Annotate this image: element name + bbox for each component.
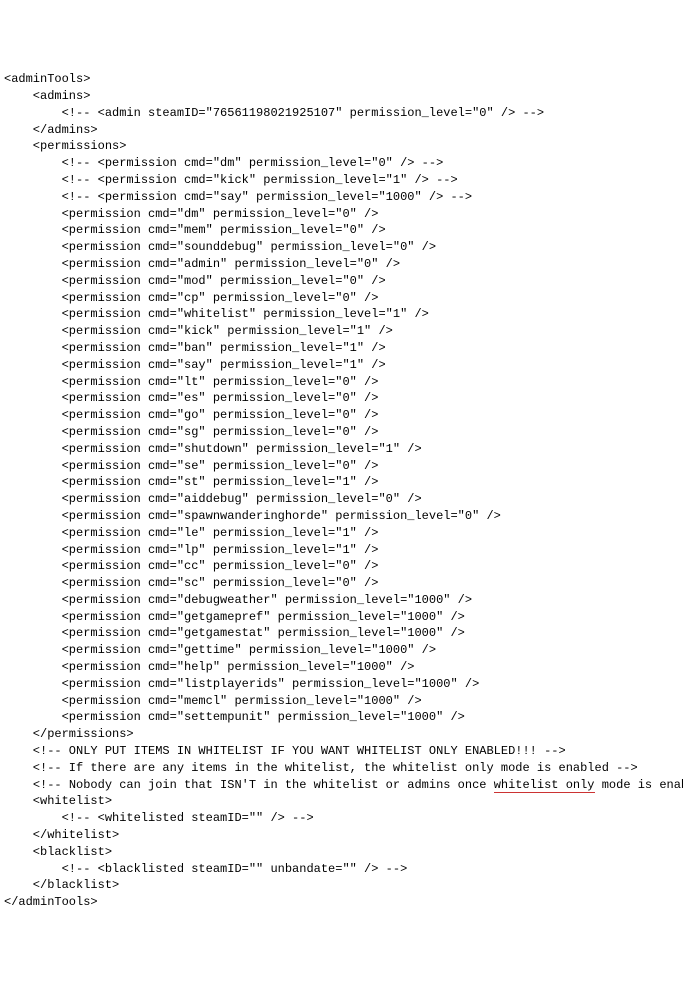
code-line: </blacklist> (4, 877, 679, 894)
code-line: <permission cmd="admin" permission_level… (4, 256, 679, 273)
code-line: <!-- <blacklisted steamID="" unbandate="… (4, 861, 679, 878)
code-line: <blacklist> (4, 844, 679, 861)
code-line: </whitelist> (4, 827, 679, 844)
code-line: <!-- ONLY PUT ITEMS IN WHITELIST IF YOU … (4, 743, 679, 760)
code-line: <permission cmd="listplayerids" permissi… (4, 676, 679, 693)
code-line: <permission cmd="debugweather" permissio… (4, 592, 679, 609)
code-line: </adminTools> (4, 894, 679, 911)
code-line: <permission cmd="say" permission_level="… (4, 357, 679, 374)
code-line: <permission cmd="gettime" permission_lev… (4, 642, 679, 659)
code-line: <permission cmd="cc" permission_level="0… (4, 558, 679, 575)
code-line: <permission cmd="mod" permission_level="… (4, 273, 679, 290)
code-line: </admins> (4, 122, 679, 139)
code-line: <permission cmd="sg" permission_level="0… (4, 424, 679, 441)
code-line: <permission cmd="settempunit" permission… (4, 709, 679, 726)
code-line: <permission cmd="lp" permission_level="1… (4, 542, 679, 559)
code-line: <permission cmd="cp" permission_level="0… (4, 290, 679, 307)
code-line: <!-- <permission cmd="dm" permission_lev… (4, 155, 679, 172)
code-line: <permission cmd="ban" permission_level="… (4, 340, 679, 357)
underlined-text: whitelist only (494, 778, 595, 793)
code-line: <whitelist> (4, 793, 679, 810)
code-line: <!-- <permission cmd="say" permission_le… (4, 189, 679, 206)
code-line: <!-- If there are any items in the white… (4, 760, 679, 777)
code-line: </permissions> (4, 726, 679, 743)
code-line: <!-- <admin steamID="76561198021925107" … (4, 105, 679, 122)
code-line: <permission cmd="se" permission_level="0… (4, 458, 679, 475)
code-line: <!-- <whitelisted steamID="" /> --> (4, 810, 679, 827)
xml-code-block: <adminTools> <admins> <!-- <admin steamI… (4, 71, 679, 911)
code-line: <permission cmd="whitelist" permission_l… (4, 306, 679, 323)
code-line: <permission cmd="memcl" permission_level… (4, 693, 679, 710)
code-line: <permissions> (4, 138, 679, 155)
code-line: <permission cmd="getgamestat" permission… (4, 625, 679, 642)
code-line: <permission cmd="st" permission_level="1… (4, 474, 679, 491)
code-line: <permission cmd="aiddebug" permission_le… (4, 491, 679, 508)
code-line: <permission cmd="es" permission_level="0… (4, 390, 679, 407)
code-line: <adminTools> (4, 71, 679, 88)
code-line: <permission cmd="dm" permission_level="0… (4, 206, 679, 223)
code-line: <permission cmd="lt" permission_level="0… (4, 374, 679, 391)
code-line: <permission cmd="kick" permission_level=… (4, 323, 679, 340)
code-line: <admins> (4, 88, 679, 105)
code-line: <permission cmd="go" permission_level="0… (4, 407, 679, 424)
code-line: <permission cmd="mem" permission_level="… (4, 222, 679, 239)
code-line: <!-- Nobody can join that ISN'T in the w… (4, 777, 679, 794)
code-line: <!-- <permission cmd="kick" permission_l… (4, 172, 679, 189)
code-line: <permission cmd="spawnwanderinghorde" pe… (4, 508, 679, 525)
code-line: <permission cmd="shutdown" permission_le… (4, 441, 679, 458)
code-line: <permission cmd="sc" permission_level="0… (4, 575, 679, 592)
code-line: <permission cmd="getgamepref" permission… (4, 609, 679, 626)
code-line: <permission cmd="le" permission_level="1… (4, 525, 679, 542)
code-line: <permission cmd="sounddebug" permission_… (4, 239, 679, 256)
code-line: <permission cmd="help" permission_level=… (4, 659, 679, 676)
